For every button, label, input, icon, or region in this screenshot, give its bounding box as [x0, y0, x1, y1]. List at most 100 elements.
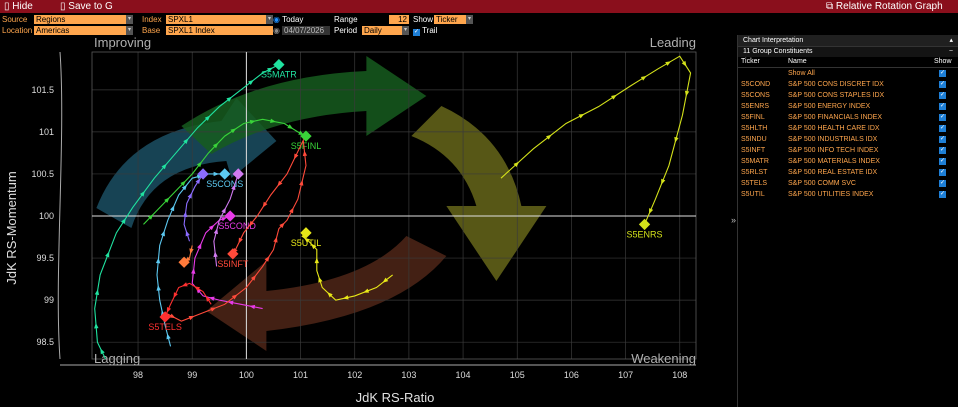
range-field[interactable]: 12	[389, 15, 409, 24]
today-radio[interactable]: ◉ Today	[273, 15, 303, 25]
current-position-marker	[224, 210, 236, 222]
x-tick-label: 107	[618, 370, 633, 380]
trail-line	[500, 55, 692, 225]
checkbox-checked-icon[interactable]: ✓	[939, 180, 946, 187]
table-row-show-all[interactable]: Show All ✓	[738, 68, 958, 79]
table-row[interactable]: S5INDU S&P 500 INDUSTRIALS IDX ✓	[738, 134, 958, 145]
trail-arrowhead	[213, 171, 220, 177]
trail-arrowhead	[289, 207, 294, 214]
index-field[interactable]: SPXL1	[166, 15, 266, 24]
current-position-marker	[219, 168, 231, 180]
checkbox-checked-icon[interactable]: ✓	[939, 191, 946, 198]
quadrant-leading: Leading	[650, 35, 696, 50]
ticker-cell: S5INDU	[741, 136, 767, 143]
ticker-cell: S5UTIL	[741, 191, 765, 198]
save-label: Save to G	[68, 1, 113, 12]
checkbox-checked-icon[interactable]: ✓	[939, 158, 946, 165]
panel-header-toggle-icon[interactable]: ▴	[949, 35, 953, 46]
y-axis-label: JdK RS-Momentum	[4, 171, 19, 284]
x-tick-label: 108	[672, 370, 687, 380]
index-label: Index	[142, 15, 162, 24]
table-row[interactable]: S5COND S&P 500 CONS DISCRET IDX ✓	[738, 79, 958, 90]
panel-subheader: 11 Group Constituents −	[738, 46, 958, 57]
show-field[interactable]: Ticker	[434, 15, 466, 24]
col-show[interactable]: Show	[934, 57, 952, 67]
name-cell: S&P 500 FINANCIALS INDEX	[788, 114, 883, 121]
y-tick-label: 99	[44, 295, 54, 305]
ticker-cell: S5CONS	[741, 92, 770, 99]
x-tick-label: 100	[239, 370, 254, 380]
hide-button[interactable]: ▯ Hide	[4, 0, 33, 13]
checkbox-checked-icon[interactable]: ✓	[939, 169, 946, 176]
trail-arrowhead	[318, 276, 323, 283]
series-label: S5CONS	[206, 179, 243, 189]
today-label: Today	[282, 15, 304, 24]
y-axis-line	[57, 51, 63, 360]
x-tick-label: 105	[510, 370, 525, 380]
show-dropdown-icon[interactable]: ▾	[466, 15, 473, 24]
trail-arrowhead	[94, 322, 99, 329]
checkbox-checked-icon[interactable]: ✓	[939, 81, 946, 88]
checkbox-checked-icon[interactable]: ✓	[939, 103, 946, 110]
checkbox-checked-icon[interactable]: ✓	[939, 147, 946, 154]
table-row[interactable]: S5TELS S&P 500 COMM SVC ✓	[738, 178, 958, 189]
x-tick-label: 99	[187, 370, 197, 380]
trail-arrowhead	[238, 237, 243, 244]
checkbox-checked-icon[interactable]: ✓	[939, 125, 946, 132]
external-link-icon[interactable]: ⧉	[826, 1, 833, 12]
table-row[interactable]: S5CONS S&P 500 CONS STAPLES IDX ✓	[738, 90, 958, 101]
table-row[interactable]: S5RLST S&P 500 REAL ESTATE IDX ✓	[738, 167, 958, 178]
checkbox-checked-icon[interactable]: ✓	[939, 70, 946, 77]
save-to-g-button[interactable]: ▯ Save to G	[60, 0, 113, 13]
index-dropdown-icon[interactable]: ▾	[266, 15, 273, 24]
table-row[interactable]: S5FINL S&P 500 FINANCIALS INDEX ✓	[738, 112, 958, 123]
name-cell: S&P 500 COMM SVC	[788, 180, 856, 187]
ticker-cell: S5MATR	[741, 158, 769, 165]
col-ticker[interactable]: Ticker	[741, 57, 760, 67]
panel-header: Chart Interpretation ▴	[738, 35, 958, 46]
col-name[interactable]: Name	[788, 57, 807, 67]
collapse-icon[interactable]: −	[949, 47, 953, 57]
table-header: Ticker Name Show	[738, 57, 958, 68]
panel-collapse-icon[interactable]: »	[731, 215, 736, 225]
show-all-label: Show All	[788, 70, 815, 77]
y-tick-label: 101.5	[31, 85, 54, 95]
current-position-marker	[638, 218, 651, 231]
name-cell: S&P 500 MATERIALS INDEX	[788, 158, 880, 165]
trail-arrowhead	[665, 61, 672, 66]
source-field[interactable]: Regions	[34, 15, 126, 24]
x-tick-label: 106	[564, 370, 579, 380]
table-row[interactable]: S5UTIL S&P 500 UTILITIES INDEX ✓	[738, 189, 958, 200]
x-tick-label: 102	[347, 370, 362, 380]
y-tick-label: 100	[39, 211, 54, 221]
checkbox-checked-icon[interactable]: ✓	[939, 136, 946, 143]
y-tick-label: 101	[39, 127, 54, 137]
name-cell: S&P 500 ENERGY INDEX	[788, 103, 871, 110]
trail-arrowhead	[156, 285, 161, 291]
checkbox-checked-icon[interactable]: ✓	[939, 92, 946, 99]
source-dropdown-icon[interactable]: ▾	[126, 15, 133, 24]
table-row[interactable]: S5ENRS S&P 500 ENERGY INDEX ✓	[738, 101, 958, 112]
ticker-cell: S5COND	[741, 81, 771, 88]
trail-arrowhead	[273, 236, 278, 243]
table-row[interactable]: S5HLTH S&P 500 HEALTH CARE IDX ✓	[738, 123, 958, 134]
table-row[interactable]: S5MATR S&P 500 MATERIALS INDEX ✓	[738, 156, 958, 167]
source-label: Source	[2, 15, 28, 24]
trail-arrowhead	[205, 295, 211, 302]
trail-arrowhead	[611, 94, 617, 100]
current-position-marker	[159, 311, 171, 323]
ticker-cell: S5RLST	[741, 169, 768, 176]
side-panel: Chart Interpretation ▴ 11 Group Constitu…	[737, 35, 958, 407]
y-tick-label: 98.5	[36, 337, 54, 347]
trail-arrowhead	[287, 124, 294, 130]
series-label: S5TELS	[148, 322, 182, 332]
panel-header-title: Chart Interpretation	[743, 37, 804, 44]
radio-selected-icon: ◉	[273, 15, 280, 24]
table-row[interactable]: S5INFT S&P 500 INFO TECH INDEX ✓	[738, 145, 958, 156]
checkbox-checked-icon[interactable]: ✓	[939, 114, 946, 121]
trail-arrowhead	[197, 243, 202, 250]
trail-arrowhead	[191, 268, 196, 274]
trail-arrowhead	[674, 136, 679, 143]
x-tick-label: 103	[401, 370, 416, 380]
name-cell: S&P 500 CONS DISCRET IDX	[788, 81, 884, 88]
